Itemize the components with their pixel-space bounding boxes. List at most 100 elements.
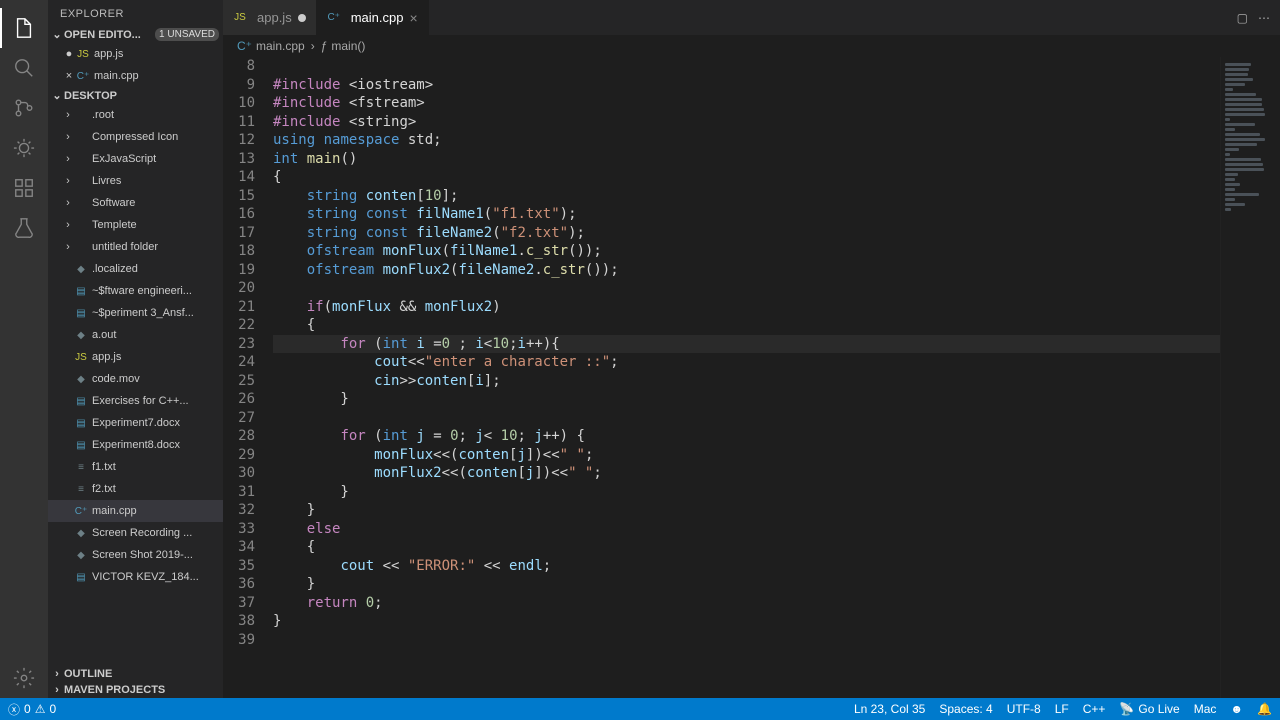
folder-icon xyxy=(74,196,88,210)
doc-icon: ▤ xyxy=(74,416,88,430)
status-golive[interactable]: 📡 Go Live xyxy=(1119,702,1179,716)
folder-icon xyxy=(74,240,88,254)
activity-settings[interactable] xyxy=(0,658,48,698)
tree-item[interactable]: ◆Screen Recording ... xyxy=(48,522,223,544)
tree-item[interactable]: ›Templete xyxy=(48,214,223,236)
cpp-icon: C⁺ xyxy=(327,11,341,25)
folder-icon xyxy=(74,108,88,122)
code-editor[interactable]: 8910111213141516171819202122232425262728… xyxy=(223,57,1280,698)
tree-item[interactable]: C⁺main.cpp xyxy=(48,500,223,522)
activity-extensions[interactable] xyxy=(0,168,48,208)
activity-search[interactable] xyxy=(0,48,48,88)
status-bell-icon[interactable]: 🔔 xyxy=(1257,702,1272,716)
cpp-icon: C⁺ xyxy=(74,504,88,518)
outline-header[interactable]: ›OUTLINE xyxy=(48,666,223,682)
gen-icon: ◆ xyxy=(74,526,88,540)
chevron-right-icon: › xyxy=(62,241,74,253)
minimap[interactable] xyxy=(1220,57,1280,698)
chevron-down-icon: ⌄ xyxy=(52,89,62,102)
chevron-right-icon: › xyxy=(62,109,74,121)
breadcrumb-item[interactable]: ƒmain() xyxy=(321,39,366,53)
gen-icon: ◆ xyxy=(74,372,88,386)
cpp-icon: C⁺ xyxy=(76,69,90,83)
workspace-header[interactable]: ⌄ DESKTOP xyxy=(48,87,223,104)
tree-item[interactable]: JSapp.js xyxy=(48,346,223,368)
open-editors-header[interactable]: ⌄ OPEN EDITO... 1 UNSAVED xyxy=(48,26,223,43)
open-editors-list: ●JSapp.js×C⁺main.cpp xyxy=(48,43,223,87)
code-content[interactable]: #include <iostream>#include <fstream>#in… xyxy=(273,57,1220,698)
tree-item[interactable]: ›Livres xyxy=(48,170,223,192)
txt-icon: ≡ xyxy=(74,460,88,474)
chevron-right-icon: › xyxy=(62,197,74,209)
tree-item[interactable]: ›.root xyxy=(48,104,223,126)
chevron-right-icon: › xyxy=(52,668,62,680)
tree-item[interactable]: ▤~$periment 3_Ansf... xyxy=(48,302,223,324)
tree-item[interactable]: ▤Exercises for C++... xyxy=(48,390,223,412)
unsaved-badge: 1 UNSAVED xyxy=(155,28,219,41)
gen-icon: ◆ xyxy=(74,262,88,276)
status-spaces[interactable]: Spaces: 4 xyxy=(939,702,992,716)
cpp-icon: C⁺ xyxy=(237,39,252,53)
gen-icon: ◆ xyxy=(74,328,88,342)
doc-icon: ▤ xyxy=(74,438,88,452)
close-icon[interactable]: × xyxy=(409,10,417,26)
js-icon: JS xyxy=(233,11,247,25)
open-editor-item[interactable]: ●JSapp.js xyxy=(48,43,223,65)
tree-item[interactable]: ▤Experiment7.docx xyxy=(48,412,223,434)
tree-item[interactable]: ›Compressed Icon xyxy=(48,126,223,148)
status-lncol[interactable]: Ln 23, Col 35 xyxy=(854,702,925,716)
tree-item[interactable]: ◆code.mov xyxy=(48,368,223,390)
tree-item[interactable]: ≡f1.txt xyxy=(48,456,223,478)
open-editors-label: OPEN EDITO... xyxy=(64,29,141,41)
tree-item[interactable]: ›untitled folder xyxy=(48,236,223,258)
workspace-name: DESKTOP xyxy=(64,90,117,102)
tab-main-cpp[interactable]: C⁺main.cpp× xyxy=(317,0,429,35)
chevron-right-icon: › xyxy=(62,175,74,187)
activity-source-control[interactable] xyxy=(0,88,48,128)
tree-item[interactable]: ›ExJavaScript xyxy=(48,148,223,170)
doc-icon: ▤ xyxy=(74,394,88,408)
doc-icon: ▤ xyxy=(74,570,88,584)
breadcrumb[interactable]: C⁺main.cpp›ƒmain() xyxy=(223,35,1280,57)
activity-testing[interactable] xyxy=(0,208,48,248)
status-lang[interactable]: C++ xyxy=(1083,702,1106,716)
chevron-right-icon: › xyxy=(62,131,74,143)
activity-debug[interactable] xyxy=(0,128,48,168)
func-icon: ƒ xyxy=(321,39,328,53)
open-editor-item[interactable]: ×C⁺main.cpp xyxy=(48,65,223,87)
gen-icon: ◆ xyxy=(74,548,88,562)
activity-explorer[interactable] xyxy=(0,8,48,48)
status-eol[interactable]: LF xyxy=(1055,702,1069,716)
js-icon: JS xyxy=(76,47,90,61)
js-icon: JS xyxy=(74,350,88,364)
tree-item[interactable]: ≡f2.txt xyxy=(48,478,223,500)
tree-item[interactable]: ›Software xyxy=(48,192,223,214)
maven-header[interactable]: ›MAVEN PROJECTS xyxy=(48,682,223,698)
activity-bar xyxy=(0,0,48,698)
chevron-right-icon: › xyxy=(62,153,74,165)
gutter: 8910111213141516171819202122232425262728… xyxy=(223,57,273,698)
tabs-actions: ▢ ⋯ xyxy=(1227,0,1280,35)
more-actions-icon[interactable]: ⋯ xyxy=(1258,11,1270,25)
tab-app-js[interactable]: JSapp.js xyxy=(223,0,317,35)
tree-item[interactable]: ▤Experiment8.docx xyxy=(48,434,223,456)
tree-item[interactable]: ▤VICTOR KEVZ_184... xyxy=(48,566,223,588)
status-encoding[interactable]: UTF-8 xyxy=(1007,702,1041,716)
split-editor-icon[interactable]: ▢ xyxy=(1237,11,1248,25)
tree-item[interactable]: ▤~$ftware engineeri... xyxy=(48,280,223,302)
chevron-down-icon: ⌄ xyxy=(52,28,62,41)
breadcrumb-item[interactable]: C⁺main.cpp xyxy=(237,39,305,53)
doc-icon: ▤ xyxy=(74,306,88,320)
status-bar: ⓧ 0 ⚠ 0 Ln 23, Col 35 Spaces: 4 UTF-8 LF… xyxy=(0,698,1280,720)
status-feedback-icon[interactable]: ☻ xyxy=(1230,702,1243,716)
status-os[interactable]: Mac xyxy=(1194,702,1217,716)
tabs-bar: JSapp.jsC⁺main.cpp× ▢ ⋯ xyxy=(223,0,1280,35)
tree-item[interactable]: ◆a.out xyxy=(48,324,223,346)
folder-icon xyxy=(74,174,88,188)
chevron-right-icon: › xyxy=(62,219,74,231)
txt-icon: ≡ xyxy=(74,482,88,496)
tree-item[interactable]: ◆Screen Shot 2019-... xyxy=(48,544,223,566)
sidebar: EXPLORER ⌄ OPEN EDITO... 1 UNSAVED ●JSap… xyxy=(48,0,223,698)
status-errors[interactable]: ⓧ 0 ⚠ 0 xyxy=(8,701,56,718)
tree-item[interactable]: ◆.localized xyxy=(48,258,223,280)
